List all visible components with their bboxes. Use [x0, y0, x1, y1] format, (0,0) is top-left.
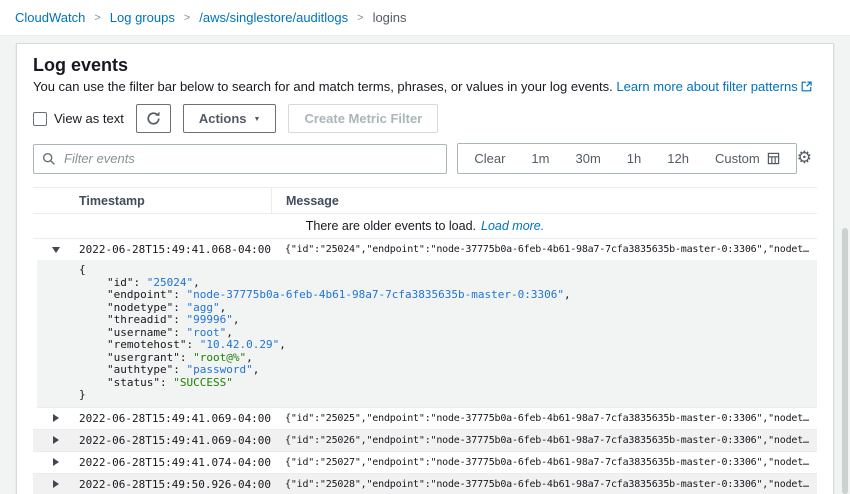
log-events-table: Timestamp Message There are older events… [33, 187, 817, 494]
external-link-icon [801, 81, 812, 92]
expand-caret-cell [33, 436, 79, 444]
calendar-icon [767, 152, 780, 165]
breadcrumb-chevron-icon: > [94, 12, 100, 24]
log-row[interactable]: 2022-06-28T15:49:41.069-04:00{"id":"2502… [33, 408, 817, 430]
filter-events-input[interactable] [33, 144, 447, 174]
log-message: {"id":"25027","endpoint":"node-37775b0a-… [271, 457, 817, 468]
log-timestamp: 2022-06-28T15:49:50.926-04:00 [79, 478, 271, 491]
column-message: Message [271, 188, 817, 213]
filter-search [33, 144, 447, 174]
breadcrumb: CloudWatch > Log groups > /aws/singlesto… [0, 0, 850, 36]
breadcrumb-chevron-icon: > [357, 12, 363, 24]
page-description: You can use the filter bar below to sear… [33, 79, 817, 95]
table-header: Timestamp Message [33, 187, 817, 214]
breadcrumb-cloudwatch[interactable]: CloudWatch [15, 10, 85, 25]
expand-column-header [33, 188, 79, 213]
learn-more-link[interactable]: Learn more about filter patterns [616, 79, 797, 94]
json-value-nodetype: "agg" [186, 301, 219, 314]
time-range-custom[interactable]: Custom [702, 151, 793, 166]
breadcrumb-current-page: logins [373, 10, 407, 25]
actions-button[interactable]: Actions ▼ [183, 104, 277, 133]
load-more-link[interactable]: Load more. [481, 219, 544, 233]
actions-label: Actions [199, 111, 247, 126]
expand-caret-icon[interactable] [53, 458, 59, 466]
description-text: You can use the filter bar below to sear… [33, 79, 613, 94]
create-metric-filter-button[interactable]: Create Metric Filter [288, 104, 438, 133]
collapse-caret-icon[interactable] [52, 247, 60, 253]
refresh-icon [146, 111, 161, 126]
refresh-button[interactable] [136, 104, 171, 133]
time-range-30m[interactable]: 30m [562, 151, 613, 166]
learn-more-link-icon-wrap[interactable] [798, 79, 812, 94]
breadcrumb-log-groups[interactable]: Log groups [110, 10, 175, 25]
log-timestamp: 2022-06-28T15:49:41.074-04:00 [79, 456, 271, 469]
scrollbar[interactable] [842, 228, 848, 494]
log-message: {"id":"25024","endpoint":"node-37775b0a-… [271, 244, 817, 255]
json-value-endpoint: "node-37775b0a-6feb-4b61-98a7-7cfa383563… [186, 288, 564, 301]
expand-caret-cell [33, 414, 79, 422]
json-value-status: "SUCCESS" [173, 376, 233, 389]
breadcrumb-log-group-name[interactable]: /aws/singlestore/auditlogs [199, 10, 348, 25]
column-timestamp: Timestamp [79, 188, 271, 213]
view-as-text-checkbox[interactable] [33, 112, 47, 126]
log-message: {"id":"25025","endpoint":"node-37775b0a-… [271, 413, 817, 424]
log-row[interactable]: 2022-06-28T15:49:41.069-04:00{"id":"2502… [33, 430, 817, 452]
json-value-threadid: "99996" [186, 313, 232, 326]
log-row[interactable]: 2022-06-28T15:49:50.926-04:00{"id":"2502… [33, 474, 817, 494]
search-icon [42, 152, 56, 166]
log-row-expanded[interactable]: 2022-06-28T15:49:41.068-04:00 {"id":"250… [33, 239, 817, 260]
time-range-1m[interactable]: 1m [518, 151, 562, 166]
json-value-remotehost: "10.42.0.29" [200, 338, 279, 351]
log-events-card: Log events You can use the filter bar be… [16, 43, 834, 494]
time-range-clear[interactable]: Clear [461, 151, 518, 166]
view-as-text-option[interactable]: View as text [33, 111, 124, 126]
json-value-authtype: "password" [186, 363, 252, 376]
older-events-row: There are older events to load. Load mor… [33, 214, 817, 239]
breadcrumb-chevron-icon: > [184, 12, 190, 24]
time-range-12h[interactable]: 12h [654, 151, 702, 166]
json-value-username: "root" [186, 326, 226, 339]
log-timestamp: 2022-06-28T15:49:41.069-04:00 [79, 412, 271, 425]
expand-caret-cell [33, 458, 79, 466]
log-timestamp: 2022-06-28T15:49:41.068-04:00 [79, 243, 271, 256]
log-message: {"id":"25026","endpoint":"node-37775b0a-… [271, 435, 817, 446]
json-value-usergrant: "root@%" [193, 351, 246, 364]
expand-caret-icon[interactable] [53, 480, 59, 488]
expand-caret-cell [33, 247, 79, 253]
time-range-group: Clear1m30m1h12hCustom [457, 143, 796, 174]
view-as-text-label: View as text [54, 111, 124, 126]
time-range-1h[interactable]: 1h [614, 151, 654, 166]
log-row[interactable]: 2022-06-28T15:49:41.074-04:00{"id":"2502… [33, 452, 817, 474]
caret-down-icon: ▼ [254, 116, 261, 123]
expand-caret-cell [33, 480, 79, 488]
log-rows: 2022-06-28T15:49:41.069-04:00{"id":"2502… [33, 408, 817, 494]
toolbar: View as text Actions ▼ Create Metric Fil… [33, 104, 817, 133]
log-timestamp: 2022-06-28T15:49:41.069-04:00 [79, 434, 271, 447]
json-value-id: "25024" [147, 276, 193, 289]
page-title: Log events [33, 55, 817, 76]
older-events-text: There are older events to load. [306, 219, 476, 233]
settings-gear-icon[interactable]: ⚙ [797, 150, 812, 167]
filter-row: Clear1m30m1h12hCustom ⚙ [33, 143, 817, 174]
expand-caret-icon[interactable] [53, 414, 59, 422]
expanded-json: {"id": "25024","endpoint": "node-37775b0… [37, 260, 817, 408]
log-message: {"id":"25028","endpoint":"node-37775b0a-… [271, 479, 817, 490]
expand-caret-icon[interactable] [53, 436, 59, 444]
